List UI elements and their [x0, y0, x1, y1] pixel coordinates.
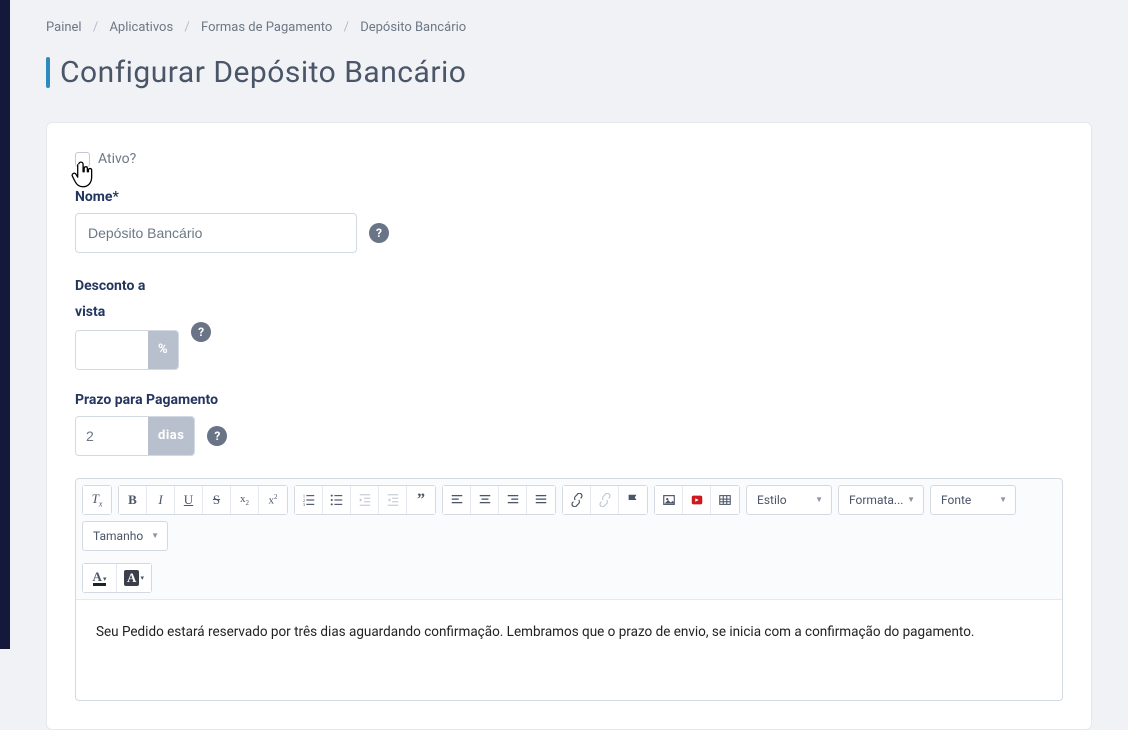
bold-button[interactable]: B: [119, 486, 147, 514]
toolbar-group-link: [562, 485, 648, 515]
blockquote-button[interactable]: ”: [407, 486, 435, 514]
page-content: Painel / Aplicativos / Formas de Pagamen…: [10, 0, 1128, 730]
font-select[interactable]: Fonte: [930, 485, 1016, 515]
sidebar-strip: [0, 0, 10, 649]
breadcrumb-link-formas[interactable]: Formas de Pagamento: [201, 20, 332, 35]
breadcrumb-sep: /: [93, 20, 98, 35]
align-right-button[interactable]: [499, 486, 527, 514]
breadcrumb-link-painel[interactable]: Painel: [46, 20, 82, 35]
flag-button[interactable]: [619, 486, 647, 514]
unlink-button[interactable]: [591, 486, 619, 514]
toolbar-group-insert: [654, 485, 740, 515]
ativo-label: Ativo?: [98, 151, 136, 167]
rich-text-editor: Tx B I U S x2 x2 123: [75, 478, 1063, 701]
breadcrumb-current: Depósito Bancário: [360, 20, 466, 35]
prazo-unit: dias: [148, 417, 194, 455]
breadcrumb-sep: /: [184, 20, 189, 35]
breadcrumb-sep: /: [344, 20, 349, 35]
editor-toolbar: Tx B I U S x2 x2 123: [76, 479, 1062, 600]
text-color-button[interactable]: A▾: [83, 564, 117, 592]
nome-label: Nome*: [75, 189, 1063, 205]
align-left-button[interactable]: [443, 486, 471, 514]
ativo-checkbox[interactable]: [75, 152, 90, 167]
toolbar-group-clear: Tx: [82, 485, 112, 515]
desconto-input-group: %: [75, 330, 179, 370]
prazo-input[interactable]: [76, 417, 148, 455]
nome-row: Nome* ?: [75, 189, 1063, 253]
remove-format-button[interactable]: Tx: [83, 486, 111, 514]
image-button[interactable]: [655, 486, 683, 514]
ativo-row: Ativo?: [75, 151, 1063, 167]
desconto-label-1: Desconto a: [75, 275, 145, 297]
nome-input[interactable]: [75, 213, 357, 253]
underline-button[interactable]: U: [175, 486, 203, 514]
desconto-unit: %: [148, 331, 178, 369]
size-select[interactable]: Tamanho: [82, 521, 168, 551]
help-icon[interactable]: ?: [369, 223, 389, 243]
toolbar-group-color: A▾ A▾: [82, 563, 152, 593]
subscript-button[interactable]: x2: [231, 486, 259, 514]
help-icon[interactable]: ?: [207, 426, 227, 446]
numbered-list-button[interactable]: 123: [295, 486, 323, 514]
outdent-button[interactable]: [351, 486, 379, 514]
breadcrumb-link-aplicativos[interactable]: Aplicativos: [109, 20, 173, 35]
bg-color-button[interactable]: A▾: [117, 564, 151, 592]
toolbar-group-align: [442, 485, 556, 515]
align-center-button[interactable]: [471, 486, 499, 514]
desconto-label-2: vista: [75, 301, 105, 323]
desconto-input[interactable]: [76, 331, 148, 369]
svg-text:3: 3: [302, 502, 305, 507]
table-button[interactable]: [711, 486, 739, 514]
indent-button[interactable]: [379, 486, 407, 514]
toolbar-group-list: 123 ”: [294, 485, 436, 515]
form-card: Ativo? Nome* ? Desconto a vista: [46, 122, 1092, 730]
format-select[interactable]: Formata...: [838, 485, 924, 515]
editor-content[interactable]: Seu Pedido estará reservado por três dia…: [76, 600, 1062, 700]
bullet-list-button[interactable]: [323, 486, 351, 514]
page-title: Configurar Depósito Bancário: [46, 55, 1092, 90]
align-justify-button[interactable]: [527, 486, 555, 514]
desconto-row: Desconto a vista % ?: [75, 275, 1063, 370]
strike-button[interactable]: S: [203, 486, 231, 514]
prazo-input-group: dias: [75, 416, 195, 456]
video-button[interactable]: [683, 486, 711, 514]
link-button[interactable]: [563, 486, 591, 514]
superscript-button[interactable]: x2: [259, 486, 287, 514]
toolbar-group-style: B I U S x2 x2: [118, 485, 288, 515]
breadcrumb: Painel / Aplicativos / Formas de Pagamen…: [46, 20, 1092, 35]
style-select[interactable]: Estilo: [746, 485, 832, 515]
prazo-label: Prazo para Pagamento: [75, 392, 1063, 408]
prazo-row: Prazo para Pagamento dias ?: [75, 392, 1063, 456]
italic-button[interactable]: I: [147, 486, 175, 514]
help-icon[interactable]: ?: [191, 322, 211, 342]
